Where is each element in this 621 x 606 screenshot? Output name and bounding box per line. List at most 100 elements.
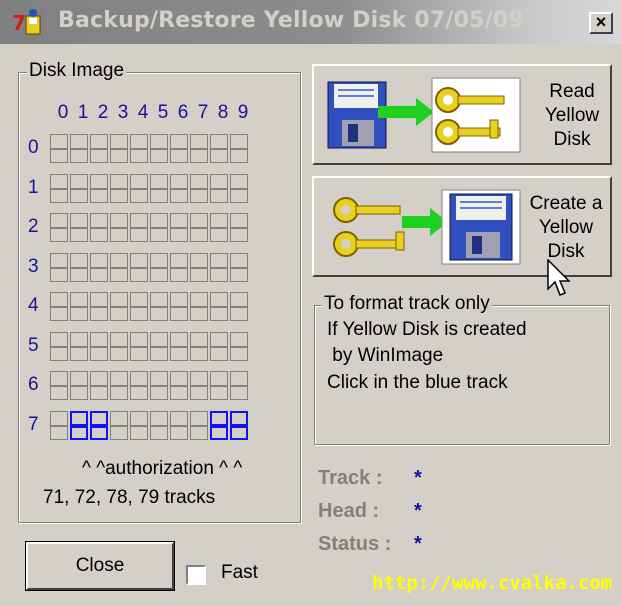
track-cell-39-lower[interactable]: [230, 267, 248, 282]
track-cell-46-lower[interactable]: [170, 306, 188, 321]
track-cell-54-upper[interactable]: [130, 332, 148, 347]
track-cell-14-upper[interactable]: [130, 174, 148, 189]
website-url[interactable]: http://www.cvalka.com: [372, 572, 612, 594]
track-cell-12-upper[interactable]: [90, 174, 108, 189]
track-cell-65-lower[interactable]: [150, 385, 168, 400]
track-cell-53-upper[interactable]: [110, 332, 128, 347]
track-cell-33-upper[interactable]: [110, 253, 128, 268]
track-cell-78-lower[interactable]: [210, 425, 228, 440]
track-cell-17-upper[interactable]: [190, 174, 208, 189]
track-cell-49-lower[interactable]: [230, 306, 248, 321]
track-cell-38-lower[interactable]: [210, 267, 228, 282]
track-cell-00-lower[interactable]: [50, 148, 68, 163]
track-cell-64-lower[interactable]: [130, 385, 148, 400]
track-cell-04-upper[interactable]: [130, 134, 148, 149]
track-cell-50-upper[interactable]: [50, 332, 68, 347]
track-cell-57-lower[interactable]: [190, 346, 208, 361]
track-cell-13-lower[interactable]: [110, 188, 128, 203]
track-cell-51-lower[interactable]: [70, 346, 88, 361]
track-cell-65-upper[interactable]: [150, 371, 168, 386]
track-cell-75-upper[interactable]: [150, 411, 168, 426]
track-cell-79-upper[interactable]: [230, 411, 248, 426]
track-cell-34-lower[interactable]: [130, 267, 148, 282]
track-cell-00-upper[interactable]: [50, 134, 68, 149]
track-cell-58-upper[interactable]: [210, 332, 228, 347]
track-cell-05-lower[interactable]: [150, 148, 168, 163]
track-cell-38-upper[interactable]: [210, 253, 228, 268]
track-cell-21-lower[interactable]: [70, 227, 88, 242]
track-cell-20-lower[interactable]: [50, 227, 68, 242]
track-cell-71-lower[interactable]: [70, 425, 88, 440]
track-cell-56-lower[interactable]: [170, 346, 188, 361]
track-cell-68-lower[interactable]: [210, 385, 228, 400]
track-cell-22-lower[interactable]: [90, 227, 108, 242]
track-cell-74-lower[interactable]: [130, 425, 148, 440]
track-cell-60-upper[interactable]: [50, 371, 68, 386]
track-cell-10-upper[interactable]: [50, 174, 68, 189]
track-cell-44-upper[interactable]: [130, 292, 148, 307]
track-cell-42-lower[interactable]: [90, 306, 108, 321]
track-cell-77-lower[interactable]: [190, 425, 208, 440]
track-cell-39-upper[interactable]: [230, 253, 248, 268]
close-button[interactable]: Close: [25, 541, 175, 591]
track-cell-49-upper[interactable]: [230, 292, 248, 307]
track-cell-29-upper[interactable]: [230, 213, 248, 228]
track-cell-78-upper[interactable]: [210, 411, 228, 426]
track-cell-42-upper[interactable]: [90, 292, 108, 307]
track-cell-41-upper[interactable]: [70, 292, 88, 307]
track-cell-04-lower[interactable]: [130, 148, 148, 163]
track-cell-18-lower[interactable]: [210, 188, 228, 203]
track-cell-58-lower[interactable]: [210, 346, 228, 361]
track-cell-37-lower[interactable]: [190, 267, 208, 282]
track-cell-59-lower[interactable]: [230, 346, 248, 361]
track-cell-19-lower[interactable]: [230, 188, 248, 203]
track-cell-08-upper[interactable]: [210, 134, 228, 149]
track-cell-01-upper[interactable]: [70, 134, 88, 149]
track-cell-69-lower[interactable]: [230, 385, 248, 400]
track-cell-70-lower[interactable]: [50, 425, 68, 440]
track-cell-01-lower[interactable]: [70, 148, 88, 163]
track-cell-72-upper[interactable]: [90, 411, 108, 426]
track-cell-60-lower[interactable]: [50, 385, 68, 400]
track-cell-76-upper[interactable]: [170, 411, 188, 426]
track-cell-52-lower[interactable]: [90, 346, 108, 361]
track-cell-35-lower[interactable]: [150, 267, 168, 282]
track-cell-07-lower[interactable]: [190, 148, 208, 163]
track-cell-36-upper[interactable]: [170, 253, 188, 268]
track-cell-46-upper[interactable]: [170, 292, 188, 307]
track-cell-08-lower[interactable]: [210, 148, 228, 163]
track-cell-41-lower[interactable]: [70, 306, 88, 321]
track-cell-68-upper[interactable]: [210, 371, 228, 386]
track-cell-72-lower[interactable]: [90, 425, 108, 440]
track-cell-62-upper[interactable]: [90, 371, 108, 386]
track-cell-15-lower[interactable]: [150, 188, 168, 203]
track-cell-64-upper[interactable]: [130, 371, 148, 386]
track-cell-28-upper[interactable]: [210, 213, 228, 228]
track-cell-20-upper[interactable]: [50, 213, 68, 228]
track-cell-67-lower[interactable]: [190, 385, 208, 400]
track-cell-45-upper[interactable]: [150, 292, 168, 307]
track-cell-54-lower[interactable]: [130, 346, 148, 361]
track-cell-50-lower[interactable]: [50, 346, 68, 361]
track-cell-44-lower[interactable]: [130, 306, 148, 321]
track-cell-14-lower[interactable]: [130, 188, 148, 203]
track-cell-53-lower[interactable]: [110, 346, 128, 361]
track-cell-51-upper[interactable]: [70, 332, 88, 347]
track-cell-19-upper[interactable]: [230, 174, 248, 189]
track-cell-29-lower[interactable]: [230, 227, 248, 242]
track-cell-11-lower[interactable]: [70, 188, 88, 203]
track-cell-56-upper[interactable]: [170, 332, 188, 347]
track-cell-43-lower[interactable]: [110, 306, 128, 321]
track-cell-33-lower[interactable]: [110, 267, 128, 282]
track-cell-12-lower[interactable]: [90, 188, 108, 203]
track-cell-25-upper[interactable]: [150, 213, 168, 228]
track-cell-79-lower[interactable]: [230, 425, 248, 440]
track-cell-35-upper[interactable]: [150, 253, 168, 268]
track-cell-70-upper[interactable]: [50, 411, 68, 426]
fast-checkbox[interactable]: [186, 565, 206, 585]
track-cell-23-lower[interactable]: [110, 227, 128, 242]
track-cell-32-upper[interactable]: [90, 253, 108, 268]
track-cell-77-upper[interactable]: [190, 411, 208, 426]
track-cell-27-lower[interactable]: [190, 227, 208, 242]
track-cell-75-lower[interactable]: [150, 425, 168, 440]
